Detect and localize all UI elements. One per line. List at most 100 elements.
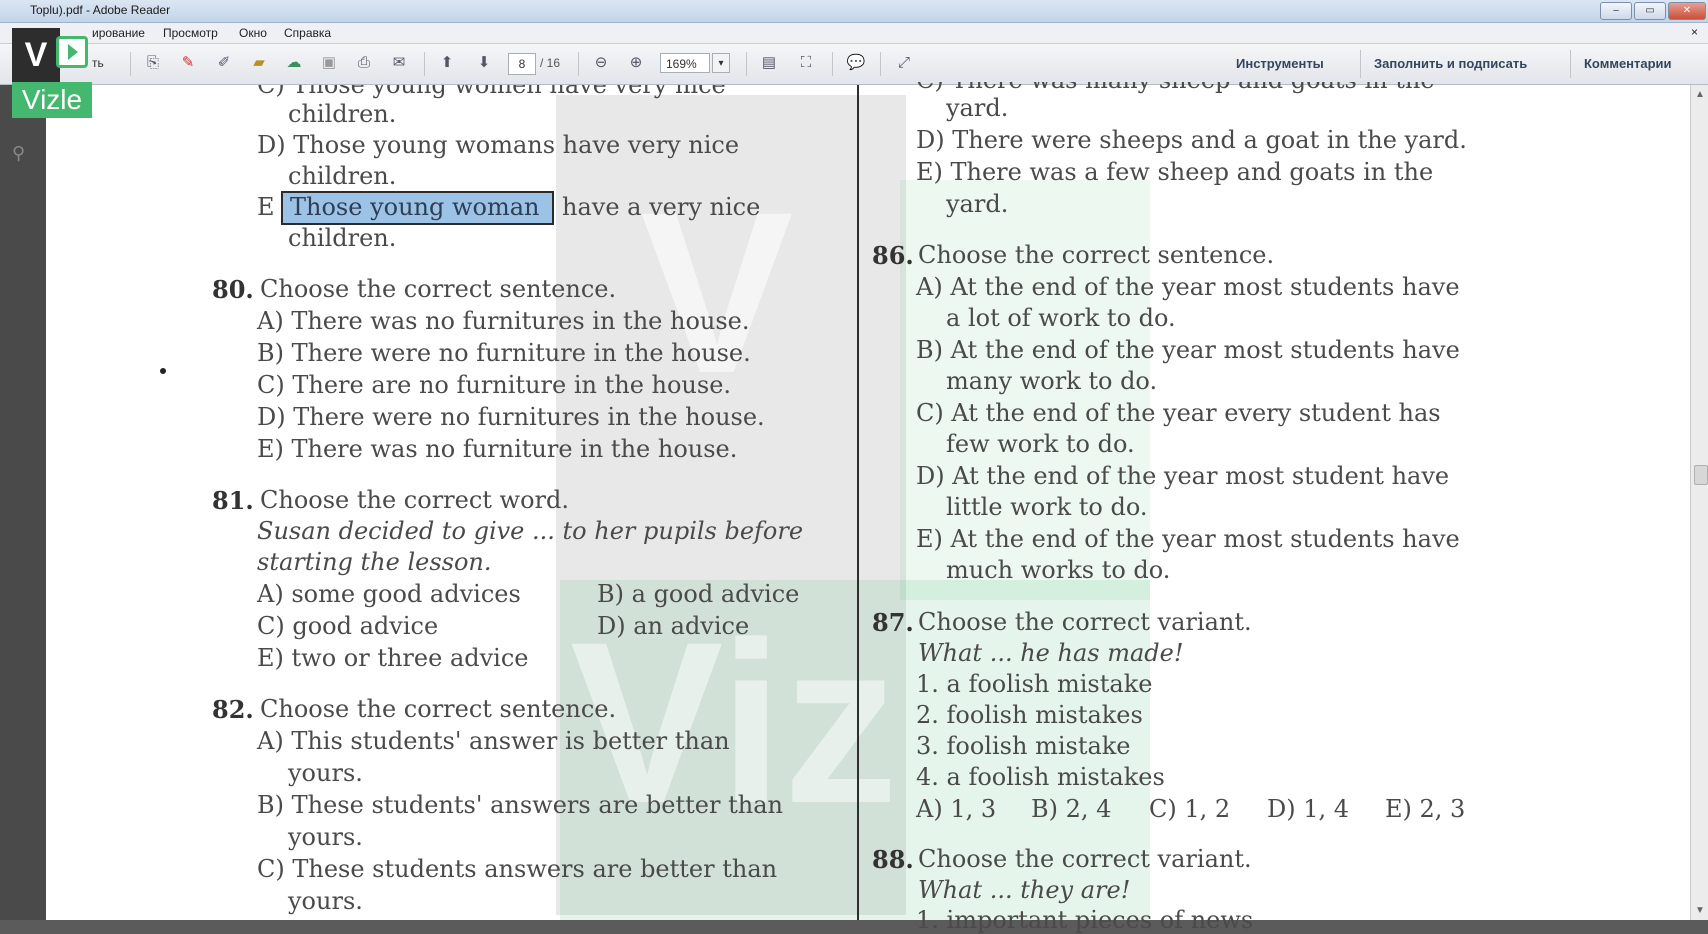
email-icon[interactable]: ✉ — [388, 52, 410, 74]
page-total: / 16 — [540, 56, 561, 70]
q87-stem: What ... he has made! — [918, 639, 1184, 667]
q81-option-b: B) a good advice — [597, 580, 800, 608]
menu-item-edit[interactable]: ирование — [92, 26, 145, 40]
close-window-button[interactable]: ✕ — [1668, 2, 1706, 20]
q87-number: 87. — [872, 608, 914, 637]
q80-number: 80. — [212, 275, 254, 304]
q86-option-e: E) At the end of the year most students … — [916, 525, 1460, 553]
print-icon[interactable]: ⎙ — [353, 52, 375, 74]
navigation-pane: ⚲ — [0, 85, 47, 920]
tools-pane-button[interactable]: Инструменты — [1236, 56, 1324, 71]
q87-prompt: Choose the correct variant. — [918, 608, 1252, 636]
menu-bar: ирование Просмотр Окно Справка × — [0, 23, 1708, 44]
title-bar: Toplu).pdf - Adobe Reader – ▭ ✕ — [0, 0, 1708, 23]
zoom-in-icon[interactable]: ⊕ — [625, 52, 647, 74]
q79-option-e-rest: have a very nice — [562, 193, 761, 221]
q81-option-e: E) two or three advice — [257, 644, 529, 672]
maximize-button[interactable]: ▭ — [1634, 2, 1666, 20]
attachment-icon[interactable]: ⚲ — [12, 143, 25, 164]
fill-sign-pane-button[interactable]: Заполнить и подписать — [1374, 56, 1527, 71]
q82-option-b: B) These students' answers are better th… — [257, 791, 783, 819]
q81-option-d: D) an advice — [597, 612, 750, 640]
q87-item-3: 3. foolish mistake — [916, 732, 1131, 760]
q82-prompt: Choose the correct sentence. — [260, 695, 617, 723]
open-label[interactable]: ть — [92, 56, 104, 70]
q80-option-e: E) There was no furniture in the house. — [257, 435, 738, 463]
q82-option-c-cont: yours. — [288, 887, 363, 915]
q82-option-a-cont: yours. — [288, 759, 363, 787]
q87-option-d: D) 1, 4 — [1267, 795, 1350, 823]
q85-option-e-cont: yard. — [946, 190, 1009, 218]
toolbar: ть ⎘ ✎ ✐ ▰ ☁ ▣ ⎙ ✉ ⬆ ⬇ 8 / 16 ⊖ ⊕ 169% ▾… — [0, 44, 1708, 85]
q82-option-b-cont: yours. — [288, 823, 363, 851]
export-icon[interactable]: ✐ — [213, 52, 235, 74]
comment-icon[interactable]: 💬 — [845, 52, 867, 74]
edit-pdf-icon[interactable]: ✎ — [177, 52, 199, 74]
play-icon — [56, 36, 88, 68]
q80-option-c: C) There are no furniture in the house. — [257, 371, 732, 399]
q88-prompt: Choose the correct variant. — [918, 845, 1252, 873]
q87-option-b: B) 2, 4 — [1031, 795, 1112, 823]
q81-stem-line2: starting the lesson. — [257, 548, 492, 576]
q81-stem-line1: Susan decided to give ... to her pupils … — [257, 517, 804, 545]
logo-letter: V — [12, 28, 60, 82]
scroll-down-icon[interactable]: ▼ — [1695, 905, 1705, 916]
save-icon[interactable]: ▣ — [318, 52, 340, 74]
toolbar-separator — [880, 52, 881, 76]
page-up-icon[interactable]: ⬆ — [436, 52, 458, 74]
page-down-icon[interactable]: ⬇ — [473, 52, 495, 74]
scroll-up-icon[interactable]: ▲ — [1695, 89, 1705, 100]
toolbar-separator — [130, 52, 131, 76]
fit-page-icon[interactable]: ▤ — [758, 52, 780, 74]
menu-item-help[interactable]: Справка — [284, 26, 331, 40]
logo-brand: Vizle — [12, 82, 92, 118]
comments-pane-button[interactable]: Комментарии — [1584, 56, 1672, 71]
q82-option-a: A) This students' answer is better than — [257, 727, 730, 755]
create-pdf-icon[interactable]: ⎘ — [142, 52, 164, 74]
minimize-button[interactable]: – — [1600, 2, 1632, 20]
window-title: Toplu).pdf - Adobe Reader — [30, 3, 171, 17]
vertical-scrollbar[interactable]: ▲ ▼ — [1690, 85, 1708, 920]
q79-option-e-highlighted: Those young woman — [290, 193, 540, 221]
q79-option-d: D) Those young womans have very nice — [257, 131, 740, 159]
cloud-icon[interactable]: ☁ — [283, 52, 305, 74]
q86-option-b-cont: many work to do. — [946, 367, 1158, 395]
page-number-input[interactable]: 8 — [508, 53, 536, 75]
q86-option-c-cont: few work to do. — [946, 430, 1135, 458]
fit-width-icon[interactable]: ⛶ — [795, 52, 817, 74]
vizle-logo: V Vizle — [6, 28, 92, 128]
menu-item-window[interactable]: Окно — [239, 26, 267, 40]
q86-option-a-cont: a lot of work to do. — [946, 304, 1176, 332]
zoom-out-icon[interactable]: ⊖ — [590, 52, 612, 74]
q79-option-d-cont: children. — [288, 162, 397, 190]
q81-option-a: A) some good advices — [257, 580, 521, 608]
q79-option-c-cont: children. — [288, 100, 397, 128]
q85-option-d: D) There were sheeps and a goat in the y… — [916, 126, 1467, 154]
close-document-icon[interactable]: × — [1691, 25, 1698, 39]
q81-option-c: C) good advice — [257, 612, 439, 640]
toolbar-separator — [1360, 50, 1361, 78]
scrollbar-thumb[interactable] — [1694, 465, 1708, 485]
q86-prompt: Choose the correct sentence. — [918, 241, 1275, 269]
q86-option-c: C) At the end of the year every student … — [916, 399, 1441, 427]
open-icon[interactable]: ▰ — [248, 52, 270, 74]
fullscreen-icon[interactable]: ⤢ — [893, 52, 915, 74]
zoom-dropdown-icon[interactable]: ▾ — [712, 53, 730, 73]
q79-option-e-cont: children. — [288, 224, 397, 252]
q86-option-e-cont: much works to do. — [946, 556, 1171, 584]
q87-option-c: C) 1, 2 — [1149, 795, 1231, 823]
q88-stem: What ... they are! — [918, 876, 1131, 904]
q88-item-1: 1. important pieces of news — [916, 906, 1254, 934]
toolbar-separator — [746, 52, 747, 76]
q81-prompt: Choose the correct word. — [260, 486, 570, 514]
zoom-level-input[interactable]: 169% — [660, 53, 710, 73]
toolbar-separator — [1570, 50, 1571, 78]
q87-item-4: 4. a foolish mistakes — [916, 763, 1165, 791]
toolbar-separator — [832, 52, 833, 76]
q86-option-d: D) At the end of the year most student h… — [916, 462, 1450, 490]
menu-item-view[interactable]: Просмотр — [163, 26, 218, 40]
q87-item-1: 1. a foolish mistake — [916, 670, 1153, 698]
q86-number: 86. — [872, 241, 914, 270]
q80-option-d: D) There were no furnitures in the house… — [257, 403, 765, 431]
q79-option-e-letter: E — [257, 193, 275, 221]
